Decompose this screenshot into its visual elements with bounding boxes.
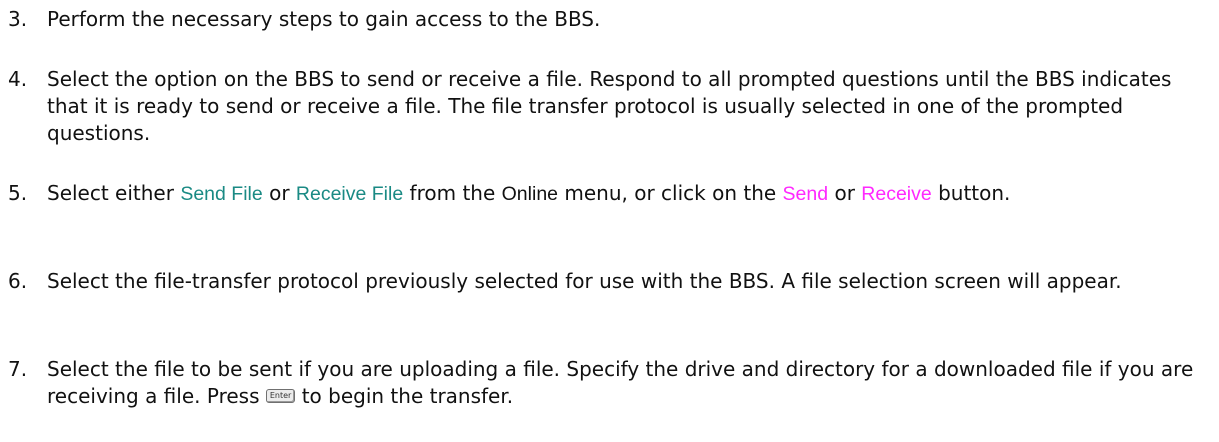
text-segment: or (828, 181, 862, 205)
step-text: Select the file to be sent if you are up… (47, 356, 1213, 410)
text-segment: or (262, 181, 296, 205)
step-text: Select either Send File or Receive File … (47, 180, 1213, 208)
step-text: Perform the necessary steps to gain acce… (47, 7, 601, 31)
step-7: 7. Select the file to be sent if you are… (8, 356, 1213, 410)
step-6: 6. Select the file-transfer protocol pre… (8, 268, 1213, 295)
step-text: Select the file-transfer protocol previo… (47, 269, 1122, 293)
enter-key-icon: Enter (265, 388, 296, 403)
text-segment: to begin the transfer. (295, 384, 514, 408)
step-number: 5. (8, 181, 28, 205)
send-button-link[interactable]: Send (783, 183, 829, 205)
step-4: 4. Select the option on the BBS to send … (8, 66, 1213, 147)
step-number: 3. (8, 7, 28, 31)
receive-file-link[interactable]: Receive File (296, 183, 403, 205)
text-segment: Select the file to be sent if you are up… (47, 357, 1194, 408)
step-5: 5. Select either Send File or Receive Fi… (8, 180, 1213, 208)
text-segment: from the (403, 181, 502, 205)
receive-button-link[interactable]: Receive (861, 183, 931, 205)
step-text: Select the option on the BBS to send or … (47, 67, 1172, 145)
text-segment: Select either (47, 181, 181, 205)
online-menu-term: Online (501, 183, 559, 205)
text-segment: menu, or click on the (558, 181, 783, 205)
step-3: 3. Perform the necessary steps to gain a… (8, 6, 1213, 33)
step-number: 7. (8, 357, 28, 381)
text-segment: button. (931, 181, 1011, 205)
send-file-link[interactable]: Send File (180, 183, 262, 205)
step-number: 6. (8, 269, 28, 293)
step-number: 4. (8, 67, 28, 91)
